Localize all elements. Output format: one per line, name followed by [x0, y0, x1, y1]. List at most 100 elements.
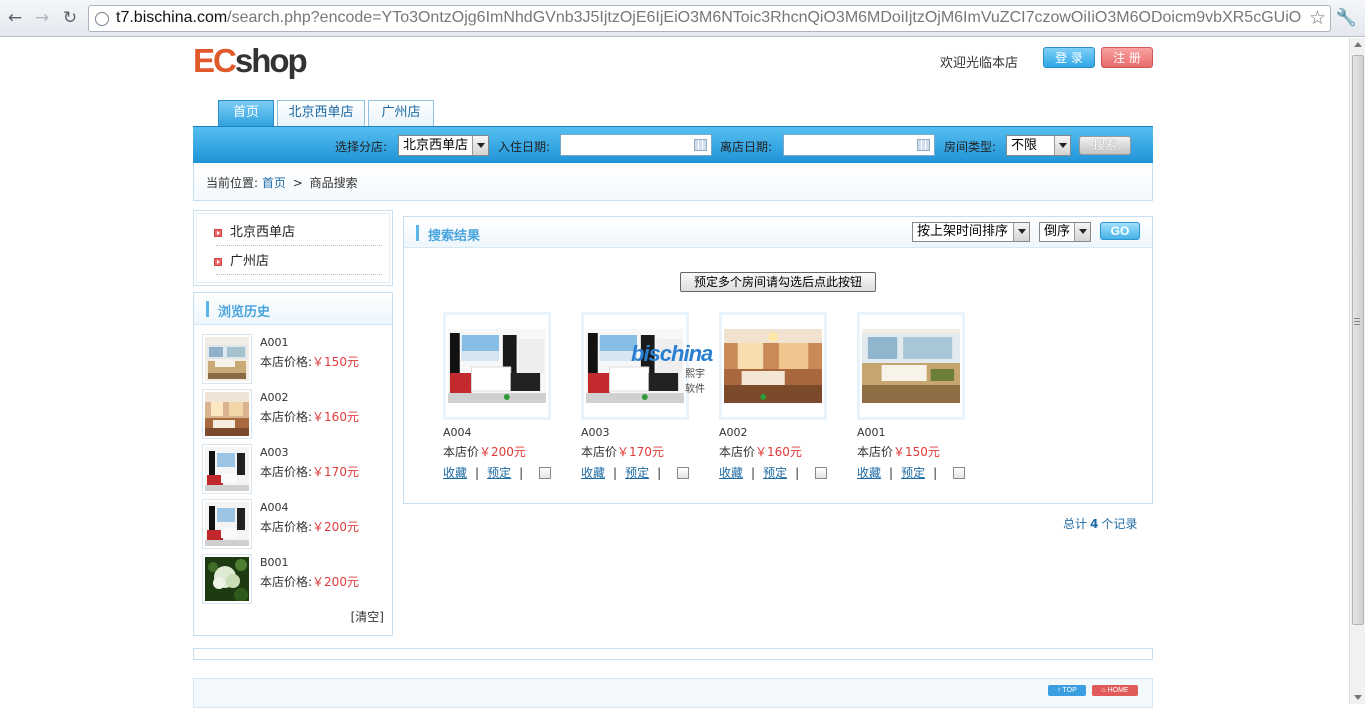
shop-item-guangzhou[interactable]: 广州店 — [214, 247, 382, 275]
welcome-text: 欢迎光临本店 — [940, 56, 1019, 71]
product-name[interactable]: A004 — [443, 426, 472, 439]
calendar-icon[interactable] — [917, 139, 930, 151]
history-item[interactable]: B001 本店价格:￥200元 — [202, 554, 382, 606]
tab-home[interactable]: 首页 — [218, 100, 274, 126]
favorite-link[interactable]: 收藏 — [719, 466, 743, 480]
book-link[interactable]: 预定 — [625, 466, 649, 480]
go-button[interactable]: GO — [1100, 222, 1140, 240]
shop-list-box: 北京西单店 广州店 — [193, 210, 393, 286]
scroll-up-icon[interactable] — [1354, 42, 1362, 47]
home-button[interactable]: ⌂ HOME — [1092, 685, 1138, 696]
product-name[interactable]: A003 — [581, 426, 610, 439]
history-thumbnail[interactable] — [202, 499, 252, 549]
product-price: 本店价￥200元 — [443, 445, 526, 459]
history-name[interactable]: A004 — [260, 501, 289, 514]
history-item[interactable]: A003 本店价格:￥170元 — [202, 444, 382, 496]
results-header: 搜索结果 按上架时间排序 倒序 GO — [404, 217, 1152, 248]
checkin-date-input[interactable] — [560, 134, 712, 156]
total-records: 总计 4 个记录 — [1063, 517, 1138, 531]
forward-icon[interactable]: → — [31, 7, 53, 29]
calendar-icon[interactable] — [694, 139, 707, 151]
favorite-link[interactable]: 收藏 — [443, 466, 467, 480]
page-scrollbar[interactable] — [1349, 38, 1365, 704]
login-button[interactable]: 登 录 — [1043, 47, 1095, 68]
select-checkbox[interactable] — [953, 467, 966, 479]
branch-select[interactable]: 北京西单店 — [398, 135, 489, 156]
product-actions: 收藏 | 预定 | — [581, 464, 690, 481]
product-image[interactable] — [719, 312, 827, 420]
tab-guangzhou[interactable]: 广州店 — [368, 100, 434, 126]
product-actions: 收藏 | 预定 | — [443, 464, 552, 481]
checkout-date-input[interactable] — [783, 134, 935, 156]
globe-icon — [95, 12, 109, 26]
history-price: 本店价格:￥170元 — [260, 465, 359, 479]
product-name[interactable]: A001 — [857, 426, 886, 439]
chevron-down-icon — [1013, 223, 1029, 241]
history-item[interactable]: A004 本店价格:￥200元 — [202, 499, 382, 551]
wrench-icon[interactable]: 🔧 — [1336, 8, 1357, 28]
watermark-logo: bischina 熙宇软件 — [631, 341, 713, 395]
sort-by-value: 按上架时间排序 — [917, 224, 1009, 239]
history-item[interactable]: A002 本店价格:￥160元 — [202, 389, 382, 441]
favorite-link[interactable]: 收藏 — [581, 466, 605, 480]
scroll-thumb[interactable] — [1352, 55, 1364, 625]
chevron-down-icon — [472, 136, 488, 155]
breadcrumb-separator: > — [292, 176, 303, 190]
scroll-grip-icon — [1354, 318, 1360, 325]
arrow-bullet-icon — [214, 258, 222, 266]
multi-book-button[interactable]: 预定多个房间请勾选后点此按钮 — [680, 272, 876, 292]
history-price: 本店价格:￥160元 — [260, 410, 359, 424]
register-button[interactable]: 注 册 — [1101, 47, 1153, 68]
product-image[interactable] — [857, 312, 965, 420]
url-text: t7.bischina.com/search.php?encode=YTo3On… — [116, 9, 1302, 26]
search-results-box: 搜索结果 按上架时间排序 倒序 GO 预定多个房间请勾选后点此按钮 A004 本… — [403, 216, 1153, 504]
select-checkbox[interactable] — [677, 467, 690, 479]
book-link[interactable]: 预定 — [487, 466, 511, 480]
back-to-top-button[interactable]: ↑ TOP — [1048, 685, 1086, 696]
scroll-down-icon[interactable] — [1354, 695, 1362, 700]
breadcrumb: 当前位置: 首页 > 商品搜索 — [193, 163, 1153, 201]
history-box: 浏览历史 A001 本店价格:￥150元 A002 本店价格:￥160元 A00… — [193, 292, 393, 636]
reload-icon[interactable]: ↻ — [59, 7, 81, 29]
history-item[interactable]: A001 本店价格:￥150元 — [202, 334, 382, 386]
search-button[interactable]: 搜索 — [1079, 136, 1131, 155]
history-thumbnail[interactable] — [202, 554, 252, 604]
history-name[interactable]: A003 — [260, 446, 289, 459]
footer-divider — [193, 648, 1153, 660]
history-price: 本店价格:￥200元 — [260, 520, 359, 534]
select-checkbox[interactable] — [539, 467, 552, 479]
product-card: A002 本店价￥160元 收藏 | 预定 | — [719, 312, 849, 487]
product-image[interactable] — [443, 312, 551, 420]
breadcrumb-home-link[interactable]: 首页 — [262, 176, 286, 190]
history-price: 本店价格:￥200元 — [260, 575, 359, 589]
book-link[interactable]: 预定 — [763, 466, 787, 480]
select-checkbox[interactable] — [815, 467, 828, 479]
roomtype-select[interactable]: 不限 — [1006, 135, 1071, 156]
address-bar[interactable]: t7.bischina.com/search.php?encode=YTo3On… — [88, 5, 1331, 32]
history-thumbnail[interactable] — [202, 389, 252, 439]
history-name[interactable]: A001 — [260, 336, 289, 349]
product-card: A004 本店价￥200元 收藏 | 预定 | — [443, 312, 573, 487]
history-title: 浏览历史 — [218, 305, 271, 320]
favorite-link[interactable]: 收藏 — [857, 466, 881, 480]
product-image[interactable]: bischina 熙宇软件 — [581, 312, 713, 420]
history-name[interactable]: B001 — [260, 556, 289, 569]
history-name[interactable]: A002 — [260, 391, 289, 404]
branch-label: 选择分店: — [335, 140, 388, 154]
product-name[interactable]: A002 — [719, 426, 748, 439]
order-select[interactable]: 倒序 — [1039, 222, 1091, 242]
breadcrumb-current: 商品搜索 — [309, 176, 358, 190]
site-logo[interactable]: ECshop — [193, 42, 308, 80]
back-icon[interactable]: ← — [4, 7, 26, 29]
clear-history-link[interactable]: [清空] — [351, 608, 384, 625]
branch-value: 北京西单店 — [403, 138, 469, 153]
sort-by-select[interactable]: 按上架时间排序 — [912, 222, 1030, 242]
bookmark-star-icon[interactable]: ☆ — [1309, 7, 1326, 29]
history-thumbnail[interactable] — [202, 334, 252, 384]
shop-item-beijing[interactable]: 北京西单店 — [214, 218, 382, 246]
tab-beijing-xidan[interactable]: 北京西单店 — [277, 100, 365, 126]
history-thumbnail[interactable] — [202, 444, 252, 494]
checkin-label: 入住日期: — [498, 140, 551, 154]
book-link[interactable]: 预定 — [901, 466, 925, 480]
results-title: 搜索结果 — [428, 229, 481, 244]
